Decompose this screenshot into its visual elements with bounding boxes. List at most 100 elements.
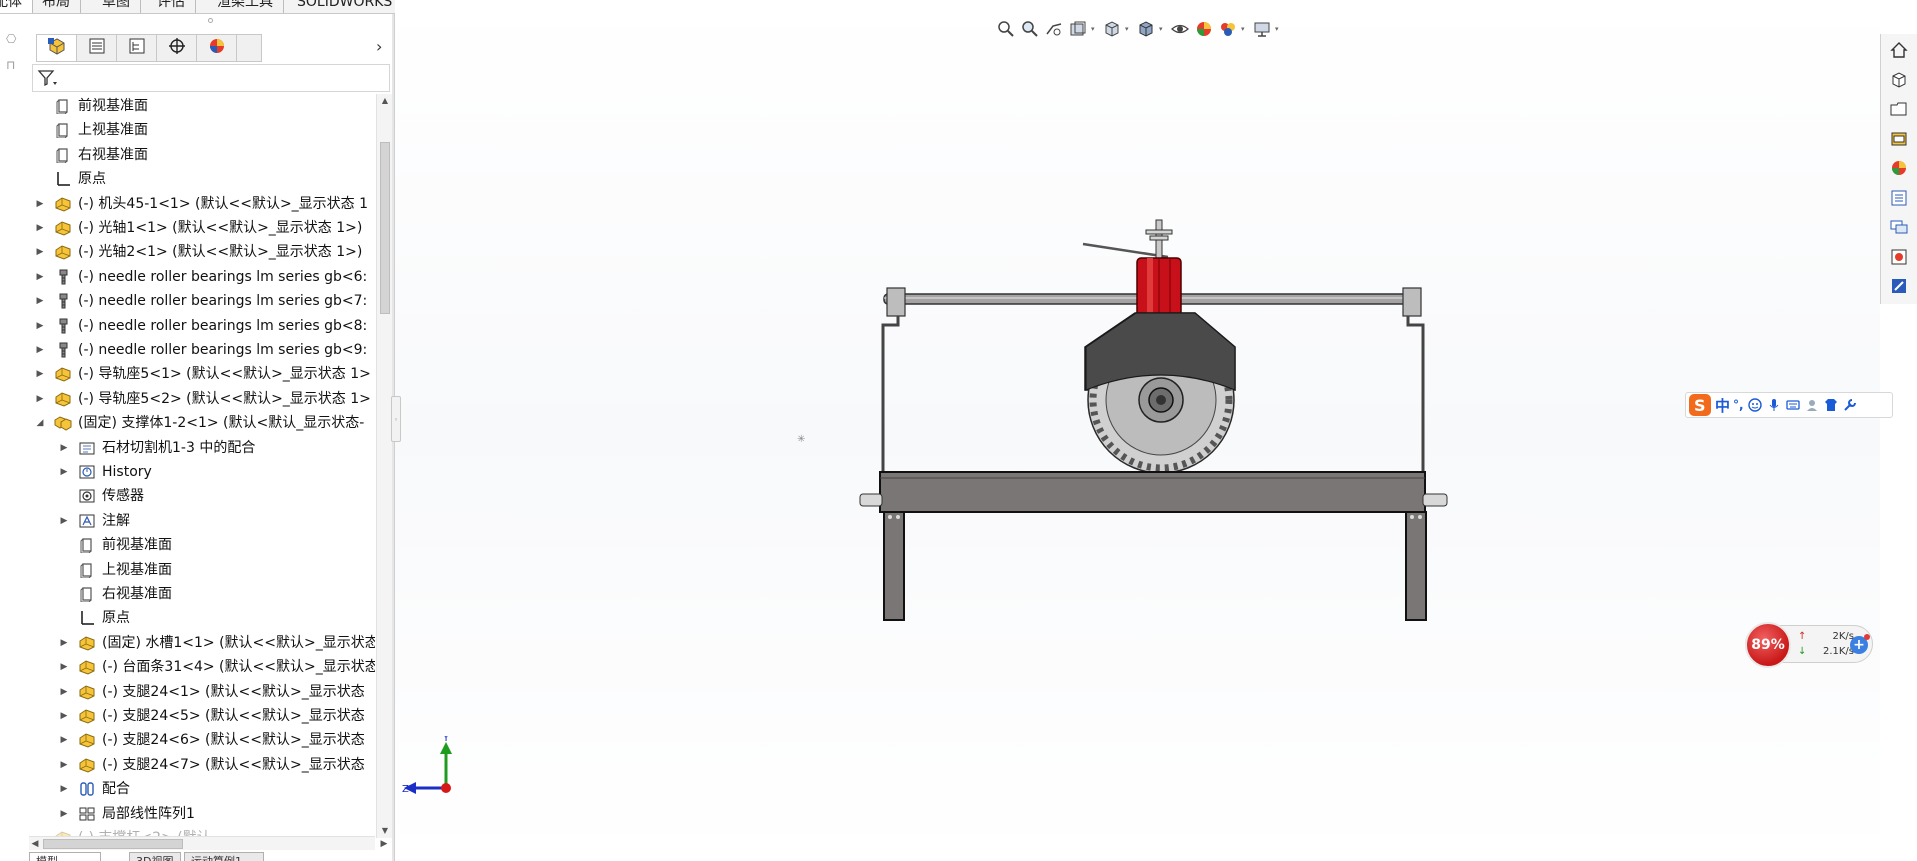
resources-icon[interactable] [1887,68,1911,92]
tree-item[interactable]: ▶ (-) needle roller bearings lm series gb… [29,314,375,338]
scroll-right-arrow-icon[interactable]: ▶ [379,838,389,850]
sw-tools-icon[interactable] [1887,274,1911,298]
tree-vertical-scrollbar[interactable]: ▲ ▼ [376,94,392,838]
expand-arrow-icon[interactable]: ▶ [58,704,70,728]
settings-wrench-icon[interactable] [1842,397,1858,413]
stone-cutter-model[interactable] [850,210,1450,630]
tree-item[interactable]: 上视基准面 [29,558,375,582]
section-view-icon[interactable] [1067,18,1089,40]
panel-tabs-more-arrow[interactable]: › [376,38,388,56]
zoom-area-icon[interactable] [1019,18,1041,40]
ime-language-toggle[interactable]: 中 [1715,395,1730,416]
filter-icon[interactable] [37,69,59,87]
tree-item[interactable]: ▶ (-) 支腿24<7> (默认<<默认>_显示状态 [29,753,375,777]
command-tab[interactable]: 渲染工具 [207,0,284,13]
expand-arrow-icon[interactable]: ▶ [34,192,46,216]
bottom-tab[interactable]: 模型 [29,852,101,861]
tree-item[interactable]: ▶ 配合 [29,777,375,801]
feature-manager-tab[interactable] [37,35,77,61]
tree-item[interactable]: ▶ (-) 支腿24<5> (默认<<默认>_显示状态 [29,704,375,728]
expand-arrow-icon[interactable]: ▶ [58,460,70,484]
forum-icon[interactable] [1887,215,1911,239]
file-explorer-icon[interactable] [1887,127,1911,151]
appearances-icon[interactable] [1887,156,1911,180]
dimxpert-manager-tab[interactable] [157,35,197,61]
expand-arrow-icon[interactable]: ▶ [34,216,46,240]
soft-keyboard-icon[interactable] [1785,397,1801,413]
sketch-icon[interactable]: ⎔ [6,32,22,46]
tree-item[interactable]: ▶ 注解 [29,509,375,533]
scroll-down-arrow-icon[interactable]: ▼ [380,826,390,836]
bottom-tab[interactable]: 3D视图 [129,852,181,861]
dropdown-caret-icon[interactable]: ▾ [1275,25,1283,33]
tree-item[interactable]: ▶ 石材切割机1-3 中的配合 [29,436,375,460]
expand-arrow-icon[interactable]: ▶ [34,240,46,264]
dropdown-caret-icon[interactable]: ▾ [1125,25,1133,33]
view-orientation-icon[interactable] [1101,18,1123,40]
emoji-icon[interactable] [1747,397,1763,413]
tree-item[interactable]: ▶ (-) 支腿24<6> (默认<<默认>_显示状态 [29,728,375,752]
expand-arrow-icon[interactable]: ▶ [34,314,46,338]
display-manager-tab[interactable] [197,35,237,61]
expand-arrow-icon[interactable]: ▶ [58,680,70,704]
expand-arrow-icon[interactable]: ▶ [34,289,46,313]
tree-item[interactable]: ▶ (-) 台面条31<4> (默认<<默认>_显示状态 [29,655,375,679]
design-library-icon[interactable] [1887,97,1911,121]
display-style-icon[interactable] [1135,18,1157,40]
previous-view-icon[interactable] [1043,18,1065,40]
voice-input-icon[interactable] [1766,397,1782,413]
scroll-thumb[interactable] [380,142,390,314]
expand-arrow-icon[interactable]: ▶ [34,338,46,362]
tree-item[interactable]: 前视基准面 [29,533,375,557]
expand-arrow-icon[interactable]: ▶ [58,777,70,801]
tree-item[interactable]: ▶ (-) 光轴2<1> (默认<<默认>_显示状态 1>) [29,240,375,264]
tree-item[interactable]: ▶ (-) needle roller bearings lm series gb… [29,338,375,362]
tree-item[interactable]: ◢ (固定) 支撑体1-2<1> (默认<默认_显示状态- [29,411,375,435]
tree-item[interactable]: ▶ 局部线性阵列1 [29,802,375,826]
tree-item[interactable]: ▶ (固定) 水槽1<1> (默认<<默认>_显示状态 [29,631,375,655]
tree-item[interactable]: ▶ (-) 导轨座5<1> (默认<<默认>_显示状态 1> [29,362,375,386]
scroll-left-arrow-icon[interactable]: ◀ [30,838,40,850]
panel-grip[interactable] [208,18,213,23]
skin-icon[interactable] [1823,397,1839,413]
expand-arrow-icon[interactable]: ▶ [58,631,70,655]
dropdown-caret-icon[interactable]: ▾ [1159,25,1167,33]
expand-arrow-icon[interactable]: ▶ [58,509,70,533]
command-tab[interactable]: 草图 [92,0,141,13]
edit-appearance-icon[interactable] [1193,18,1215,40]
property-manager-tab[interactable] [77,35,117,61]
scroll-up-arrow-icon[interactable]: ▲ [380,96,390,106]
custom-properties-icon[interactable] [1887,186,1911,210]
expand-arrow-icon[interactable]: ▶ [58,802,70,826]
expand-arrow-icon[interactable]: ▶ [34,387,46,411]
tree-item[interactable]: 传感器 [29,484,375,508]
tree-item[interactable]: ▶ (-) 支腿24<1> (默认<<默认>_显示状态 [29,680,375,704]
expand-arrow-icon[interactable]: ▶ [58,728,70,752]
tree-item[interactable]: ▶ (-) 导轨座5<2> (默认<<默认>_显示状态 1> [29,387,375,411]
tree-item[interactable]: 原点 [29,167,375,191]
tree-horizontal-scrollbar[interactable]: ◀ ▶ [29,836,387,850]
tree-item[interactable]: 前视基准面 [29,94,375,118]
user-icon[interactable] [1804,397,1820,413]
dropdown-caret-icon[interactable]: ▾ [1091,25,1099,33]
view-palette-icon[interactable] [1887,245,1911,269]
tree-item[interactable]: ▶ (-) needle roller bearings lm series gb… [29,289,375,313]
apply-scene-icon[interactable] [1217,18,1239,40]
expand-arrow-icon[interactable]: ▶ [58,753,70,777]
ime-punctuation-toggle[interactable]: °, [1733,398,1744,412]
tree-item[interactable]: 原点 [29,606,375,630]
tree-item[interactable]: 上视基准面 [29,118,375,142]
tree-item[interactable]: ▶ History [29,460,375,484]
bottom-tab[interactable]: 运动算例1 [184,852,264,861]
command-tab[interactable]: 装配体 [0,0,33,13]
command-tab[interactable]: 布局 [32,0,81,13]
tree-item[interactable]: ▶ (-) 机头45-1<1> (默认<<默认>_显示状态 1 [29,192,375,216]
home-icon[interactable] [1887,38,1911,62]
expand-arrow-icon[interactable]: ▶ [34,265,46,289]
tree-item[interactable]: 右视基准面 [29,582,375,606]
zoom-to-fit-icon[interactable] [995,18,1017,40]
dropdown-caret-icon[interactable]: ▾ [1241,25,1249,33]
tree-item[interactable]: 右视基准面 [29,143,375,167]
view-settings-icon[interactable] [1251,18,1273,40]
expand-arrow-icon[interactable]: ▶ [58,436,70,460]
